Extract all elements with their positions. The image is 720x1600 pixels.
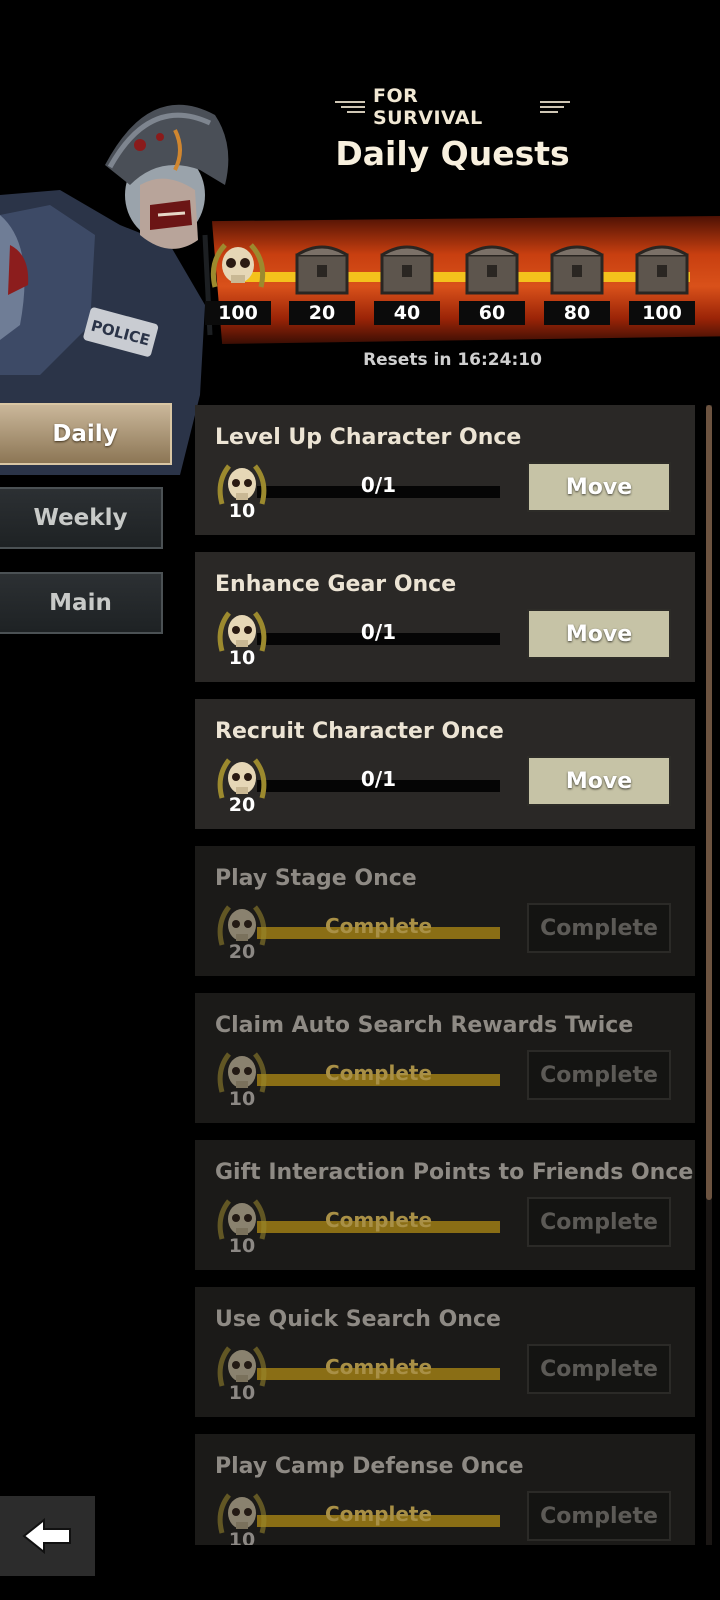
- reward-amount: 10: [228, 1382, 256, 1404]
- button-label: Complete: [540, 1062, 658, 1088]
- chest-icon: [635, 245, 689, 295]
- button-label: Complete: [540, 1209, 658, 1235]
- quest-card: Gift Interaction Points to Friends Once …: [195, 1140, 695, 1270]
- decorative-lines-right: [540, 101, 570, 113]
- quest-title: Enhance Gear Once: [215, 572, 457, 597]
- bottom-bar: [0, 1548, 720, 1600]
- milestone-chest[interactable]: 40: [370, 237, 444, 333]
- quest-list[interactable]: Level Up Character Once 0/1 10 Move Enha…: [195, 405, 695, 1545]
- button-label: Complete: [540, 1356, 658, 1382]
- tab-main[interactable]: Main: [0, 572, 163, 634]
- milestone-value: 80: [544, 301, 610, 325]
- reward-amount: 10: [228, 500, 256, 522]
- quest-title: Level Up Character Once: [215, 425, 522, 450]
- quest-card: Play Camp Defense Once Complete 10 Compl…: [195, 1434, 695, 1545]
- milestone-value: 100: [629, 301, 695, 325]
- decorative-lines-left: [335, 101, 365, 113]
- reset-timer: Resets in 16:24:10: [363, 350, 542, 370]
- progress-text: Complete: [324, 1061, 433, 1085]
- tab-daily[interactable]: Daily: [0, 403, 172, 465]
- chest-icon: [465, 245, 519, 295]
- chest-icon: [550, 245, 604, 295]
- quest-title: Play Camp Defense Once: [215, 1454, 524, 1479]
- progress-text: 0/1: [360, 473, 397, 497]
- move-button[interactable]: Move: [527, 462, 671, 512]
- progress-text: 0/1: [360, 620, 397, 644]
- milestone-chest[interactable]: 100: [625, 237, 699, 333]
- tab-weekly[interactable]: Weekly: [0, 487, 163, 549]
- quest-card: Claim Auto Search Rewards Twice Complete…: [195, 993, 695, 1123]
- back-arrow-icon: [21, 1517, 71, 1555]
- quest-card: Enhance Gear Once 0/1 10 Move: [195, 552, 695, 682]
- progress-text: Complete: [324, 914, 433, 938]
- progress-text: Complete: [324, 1355, 433, 1379]
- page-title: Daily Quests: [335, 134, 570, 173]
- quest-card: Recruit Character Once 0/1 20 Move: [195, 699, 695, 829]
- complete-button: Complete: [527, 903, 671, 953]
- quest-title: Play Stage Once: [215, 866, 417, 891]
- milestone-value: 60: [459, 301, 525, 325]
- scrollbar-thumb[interactable]: [706, 405, 712, 1200]
- reward-amount: 20: [228, 794, 256, 816]
- reward-amount: 10: [228, 1529, 256, 1545]
- complete-button: Complete: [527, 1344, 671, 1394]
- move-button[interactable]: Move: [527, 609, 671, 659]
- complete-button: Complete: [527, 1050, 671, 1100]
- complete-button: Complete: [527, 1491, 671, 1541]
- milestone-chest[interactable]: 20: [285, 237, 359, 333]
- tab-label: Weekly: [33, 505, 128, 531]
- chest-icon: [380, 245, 434, 295]
- reward-amount: 10: [228, 1088, 256, 1110]
- progress-text: Complete: [324, 1208, 433, 1232]
- quest-card: Use Quick Search Once Complete 10 Comple…: [195, 1287, 695, 1417]
- move-button[interactable]: Move: [527, 756, 671, 806]
- button-label: Move: [565, 474, 633, 500]
- tab-label: Daily: [52, 421, 118, 447]
- tab-label: Main: [49, 590, 112, 616]
- quest-card: Play Stage Once Complete 20 Complete: [195, 846, 695, 976]
- quest-title: Gift Interaction Points to Friends Once: [215, 1160, 694, 1185]
- skull-medal-icon: [210, 243, 266, 288]
- back-button[interactable]: [0, 1496, 95, 1576]
- quest-title: Recruit Character Once: [215, 719, 504, 744]
- complete-button: Complete: [527, 1197, 671, 1247]
- progress-text: Complete: [324, 1502, 433, 1526]
- milestone-chest[interactable]: 60: [455, 237, 529, 333]
- button-label: Move: [565, 768, 633, 794]
- chest-icon: [295, 245, 349, 295]
- milestone-value: 100: [205, 301, 271, 325]
- subtitle-text: FOR SURVIVAL: [373, 85, 483, 129]
- milestone-value: 20: [289, 301, 355, 325]
- button-label: Complete: [540, 1503, 658, 1529]
- quest-card: Level Up Character Once 0/1 10 Move: [195, 405, 695, 535]
- milestone-chest[interactable]: 80: [540, 237, 614, 333]
- quest-title: Use Quick Search Once: [215, 1307, 501, 1332]
- milestone-skull-medal[interactable]: 100: [201, 237, 275, 333]
- reward-amount: 10: [228, 1235, 256, 1257]
- button-label: Move: [565, 621, 633, 647]
- milestone-value: 40: [374, 301, 440, 325]
- header-subtitle: FOR SURVIVAL: [335, 85, 570, 129]
- quest-title: Claim Auto Search Rewards Twice: [215, 1013, 634, 1038]
- progress-text: 0/1: [360, 767, 397, 791]
- reward-amount: 20: [228, 941, 256, 963]
- reward-amount: 10: [228, 647, 256, 669]
- button-label: Complete: [540, 915, 658, 941]
